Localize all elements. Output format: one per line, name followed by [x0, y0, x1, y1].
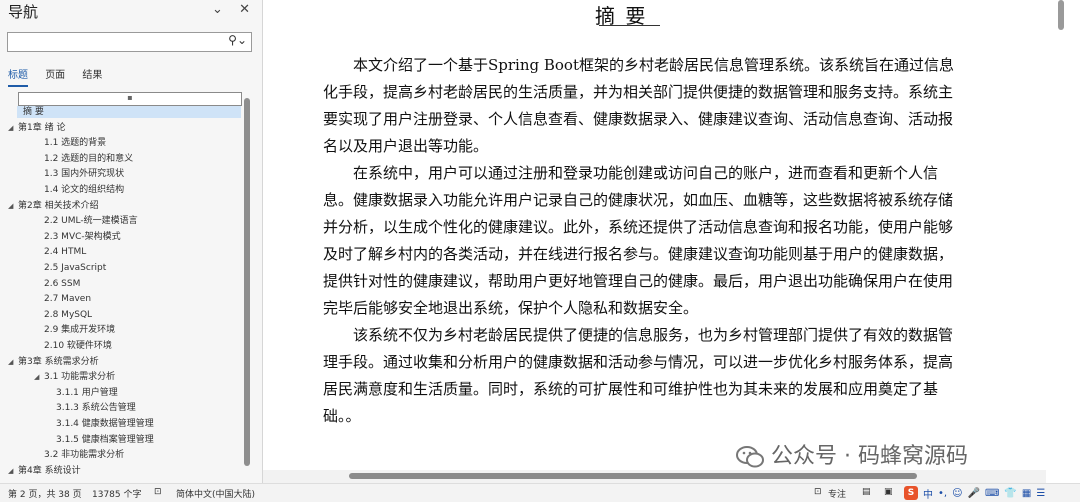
search-input[interactable]: ⚲⌄	[7, 32, 252, 52]
punctuation-icon[interactable]: •,	[938, 488, 947, 499]
vertical-scrollbar[interactable]	[1046, 0, 1080, 483]
nav-scrollbar[interactable]	[244, 98, 250, 466]
nav-heading-label: 第3章 系统需求分析	[18, 356, 99, 367]
skin-icon[interactable]: 👕	[1004, 488, 1016, 499]
nav-heading-item[interactable]: 2.3 MVC-架构模式	[34, 231, 121, 243]
expand-arrow-icon[interactable]: ◢	[8, 200, 18, 212]
nav-heading-item[interactable]: 3.1.3 系统公告管理	[46, 402, 136, 414]
nav-heading-item[interactable]: 1.2 选题的目的和意义	[34, 153, 133, 165]
nav-heading-label: 3.1.1 用户管理	[56, 387, 118, 398]
wechat-icon	[736, 446, 764, 468]
tab-pages[interactable]: 页面	[45, 66, 65, 85]
document-area: 摘 要 本文介绍了一个基于Spring Boot框架的乡村老龄居民信息管理系统。…	[263, 0, 1046, 483]
nav-heading-label: 3.1.5 健康档案管理管理	[56, 434, 154, 445]
nav-heading-item[interactable]: ◢ 第4章 系统设计	[8, 465, 81, 477]
nav-title: 导航	[8, 3, 39, 21]
nav-heading-item[interactable]: 2.8 MySQL	[34, 309, 92, 321]
nav-heading-item[interactable]: 2.5 JavaScript	[34, 262, 106, 274]
navigation-pane: 导航 ⌄ ✕ ⚲⌄ 标题 页面 结果 ▪ 摘 要 ◢ 第1章 绪 论 1.1 选题的背…	[0, 0, 263, 483]
tab-results[interactable]: 结果	[82, 66, 102, 85]
nav-heading-label: 2.4 HTML	[44, 247, 87, 258]
nav-heading-item[interactable]: 2.7 Maven	[34, 293, 91, 305]
status-bar: 第 2 页，共 38 页 13785 个字 ⊡ 简体中文(中国大陆) ⊡ 专注 …	[0, 483, 1080, 502]
title-underline	[599, 25, 660, 26]
nav-heading-label: 2.3 MVC-架构模式	[44, 231, 121, 242]
nav-heading-item[interactable]: 2.6 SSM	[34, 278, 80, 290]
nav-heading-item[interactable]: ◢ 第2章 相关技术介绍	[8, 200, 99, 212]
nav-heading-label: 第1章 绪 论	[18, 122, 66, 133]
focus-button[interactable]: 专注	[828, 487, 846, 500]
proofing-icon[interactable]: ⊡	[154, 487, 162, 497]
nav-heading-item[interactable]: 3.1.1 用户管理	[46, 387, 118, 399]
horizontal-scroll-thumb[interactable]	[349, 473, 917, 479]
nav-heading-item[interactable]: 2.9 集成开发环境	[34, 324, 115, 336]
nav-heading-label: 1.4 论文的组织结构	[44, 185, 125, 195]
nav-heading-item[interactable]: 2.2 UML-统一建模语言	[34, 215, 138, 227]
ime-mode[interactable]: 中	[923, 486, 933, 501]
tab-headings[interactable]: 标题	[8, 66, 28, 87]
nav-heading-label: 2.8 MySQL	[44, 309, 93, 320]
sogou-logo-icon: S	[904, 486, 918, 500]
nav-heading-label: 第4章 系统设计	[18, 465, 81, 476]
nav-heading-label: 2.2 UML-统一建模语言	[44, 216, 138, 227]
nav-heading-label: 3.1.4 健康数据管理管理	[56, 419, 154, 429]
nav-heading-label: 2.6 SSM	[44, 278, 81, 289]
page-count[interactable]: 第 2 页，共 38 页	[8, 487, 82, 500]
nav-heading-item[interactable]: 2.4 HTML	[34, 246, 86, 258]
paragraph: 在系统中，用户可以通过注册和登录功能创建或访问自己的账户，进而查看和更新个人信息…	[323, 164, 954, 317]
keyboard-icon[interactable]: ⌨	[985, 488, 999, 499]
menu-icon[interactable]: ☰	[1036, 488, 1045, 499]
nav-tabs: 标题 页面 结果	[8, 66, 116, 87]
nav-heading-label: 3.1 功能需求分析	[44, 372, 116, 383]
nav-heading-label: 2.7 Maven	[44, 294, 92, 305]
emoji-icon[interactable]: ☺	[952, 488, 962, 499]
search-icon[interactable]: ⚲⌄	[228, 33, 247, 47]
nav-heading-item[interactable]: 3.1.4 健康数据管理管理	[46, 418, 154, 430]
horizontal-scrollbar[interactable]	[263, 470, 1046, 483]
ime-toolbar[interactable]: S 中 •, ☺ 🎤 ⌨ 👕 ▦ ☰	[904, 485, 1045, 501]
nav-heading-item[interactable]: 1.1 选题的背景	[34, 137, 106, 149]
vertical-scroll-thumb[interactable]	[1058, 0, 1064, 30]
nav-heading-label: 第2章 相关技术介绍	[18, 200, 99, 211]
watermark: 公众号 · 码蜂窝源码	[735, 438, 968, 470]
microphone-icon[interactable]: 🎤	[968, 488, 980, 499]
nav-heading-item[interactable]: ◢ 3.1 功能需求分析	[34, 371, 115, 383]
nav-heading-label: 1.1 选题的背景	[44, 138, 107, 149]
print-layout-icon[interactable]: ▣	[884, 487, 893, 497]
document-body[interactable]: 本文介绍了一个基于Spring Boot框架的乡村老龄居民信息管理系统。该系统旨…	[323, 52, 963, 430]
paragraph: 本文介绍了一个基于Spring Boot框架的乡村老龄居民信息管理系统。该系统旨…	[323, 56, 954, 155]
chevron-down-icon[interactable]: ⌄	[212, 2, 223, 17]
nav-heading-label: 2.9 集成开发环境	[44, 325, 116, 336]
nav-heading-item[interactable]: 2.10 软硬件环境	[34, 340, 112, 352]
language-status[interactable]: 简体中文(中国大陆)	[176, 487, 255, 500]
read-mode-icon[interactable]: ▤	[862, 487, 871, 497]
new-heading-input[interactable]: ▪	[18, 92, 242, 106]
nav-heading-item[interactable]: 1.4 论文的组织结构	[34, 184, 124, 196]
nav-heading-item[interactable]: ◢ 第1章 绪 论	[8, 122, 65, 134]
close-icon[interactable]: ✕	[239, 2, 250, 17]
nav-heading-label: 1.2 选题的目的和意义	[44, 153, 134, 164]
nav-heading-label: 2.10 软硬件环境	[44, 341, 112, 351]
toolbox-icon[interactable]: ▦	[1022, 488, 1031, 499]
watermark-text: 公众号 · 码蜂窝源码	[771, 444, 968, 469]
nav-heading-item[interactable]: ◢ 第3章 系统需求分析	[8, 356, 99, 368]
nav-heading-label: 1.3 国内外研究现状	[44, 169, 125, 180]
nav-heading-label: 摘 要	[23, 107, 44, 117]
paragraph: 该系统不仅为乡村老龄居民提供了便捷的信息服务，也为乡村管理部门提供了有效的数据管…	[323, 326, 954, 425]
nav-heading-label: 3.1.3 系统公告管理	[56, 403, 136, 414]
word-count[interactable]: 13785 个字	[92, 487, 142, 500]
expand-arrow-icon[interactable]: ◢	[8, 465, 18, 477]
nav-heading-item[interactable]: 3.2 非功能需求分析	[34, 449, 124, 461]
focus-icon[interactable]: ⊡	[814, 487, 822, 497]
heading-tree: ▪ 摘 要 ◢ 第1章 绪 论 1.1 选题的背景 1.2 选题的目的和意义 1.3 国内…	[0, 92, 244, 480]
expand-arrow-icon[interactable]: ◢	[8, 122, 18, 134]
nav-heading-label: 2.5 JavaScript	[44, 263, 107, 273]
expand-arrow-icon[interactable]: ◢	[8, 356, 18, 368]
nav-heading-item[interactable]: 3.1.5 健康档案管理管理	[46, 434, 154, 446]
nav-heading-label: 3.2 非功能需求分析	[44, 450, 125, 461]
nav-heading-item[interactable]: 1.3 国内外研究现状	[34, 168, 124, 180]
expand-arrow-icon[interactable]: ◢	[34, 371, 44, 383]
nav-heading-item[interactable]: 摘 要	[17, 106, 241, 118]
